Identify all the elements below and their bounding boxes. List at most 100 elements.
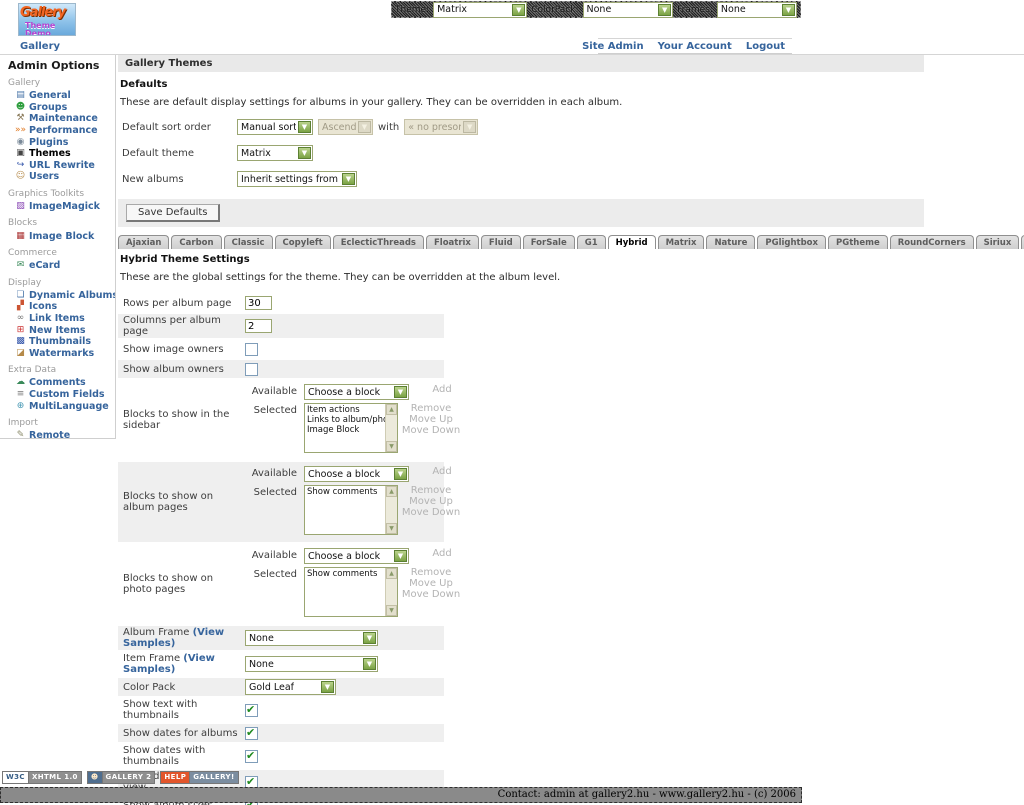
scroll-up-icon[interactable]: ▲ <box>386 486 397 497</box>
tab-matrix[interactable]: Matrix <box>658 235 705 249</box>
sidebar-link-watermarks[interactable]: Watermarks <box>29 348 94 359</box>
theme-select[interactable]: Matrix ▼ <box>433 2 527 18</box>
tab-nature[interactable]: Nature <box>706 235 755 249</box>
gallery2-badge[interactable]: ☻GALLERY 2 <box>87 771 156 784</box>
sidebar-link-custom-fields[interactable]: Custom Fields <box>29 389 105 400</box>
show-text-with-thumbnails-checkbox[interactable] <box>245 704 258 717</box>
scroll-down-icon[interactable]: ▼ <box>386 523 397 534</box>
new-albums-select[interactable]: Inherit settings from parent album ▼ <box>237 171 357 187</box>
sidebar-item-icons[interactable]: ▞Icons <box>14 301 115 313</box>
blocks-to-show-in-the-sidebar-selected-listbox[interactable]: Item actionsLinks to album/photo peersIm… <box>304 403 398 453</box>
sidebar-item-link-items[interactable]: ∞Link Items <box>14 313 115 325</box>
sidebar-item-url-rewrite[interactable]: ↪URL Rewrite <box>14 160 115 172</box>
sidebar-link-image-block[interactable]: Image Block <box>29 231 94 242</box>
sidebar-link-link-items[interactable]: Link Items <box>29 313 85 324</box>
save-defaults-button[interactable]: Save Defaults <box>126 204 220 222</box>
gallery-logo[interactable]: Gallery Theme Demo <box>18 3 76 36</box>
sidebar-link-dynamic-albums[interactable]: Dynamic Albums <box>29 290 116 301</box>
tab-classic[interactable]: Classic <box>224 235 273 249</box>
tab-ajaxian[interactable]: Ajaxian <box>118 235 169 249</box>
sidebar-link-maintenance[interactable]: Maintenance <box>29 113 98 124</box>
w3c-xhtml-badge[interactable]: W3CXHTML 1.0 <box>2 771 82 784</box>
item-frame-select[interactable]: None▼ <box>245 656 378 672</box>
show-dates-with-thumbnails-checkbox[interactable] <box>245 750 258 763</box>
sidebar-link-general[interactable]: General <box>29 90 71 101</box>
sidebar-item-performance[interactable]: »»Performance <box>14 125 115 137</box>
listbox-item-show-comments[interactable]: Show comments <box>307 569 384 579</box>
sidebar-link-performance[interactable]: Performance <box>29 125 98 136</box>
blocks-to-show-on-photo-pages-selected-listbox[interactable]: Show comments▲▼ <box>304 567 398 617</box>
tab-g1[interactable]: G1 <box>577 235 606 249</box>
tab-floatrix[interactable]: Floatrix <box>426 235 479 249</box>
sidebar-item-dynamic-albums[interactable]: ❏Dynamic Albums <box>14 290 115 302</box>
tab-pgtheme[interactable]: PGtheme <box>828 235 888 249</box>
frames-select[interactable]: None ▼ <box>717 2 797 18</box>
sidebar-item-image-block[interactable]: ▦Image Block <box>14 230 115 242</box>
listbox-item-show-comments[interactable]: Show comments <box>307 487 384 497</box>
columns-per-album-page-input[interactable] <box>245 319 272 333</box>
sidebar-item-comments[interactable]: ☁Comments <box>14 377 115 389</box>
tab-siriux[interactable]: Siriux <box>976 235 1020 249</box>
scrollbar[interactable]: ▲▼ <box>385 568 397 616</box>
sidebar-link-icons[interactable]: Icons <box>29 301 57 312</box>
sidebar-link-comments[interactable]: Comments <box>29 377 86 388</box>
tab-copyleft[interactable]: Copyleft <box>275 235 331 249</box>
scroll-up-icon[interactable]: ▲ <box>386 568 397 579</box>
blocks-to-show-on-album-pages-selected-listbox[interactable]: Show comments▲▼ <box>304 485 398 535</box>
scroll-down-icon[interactable]: ▼ <box>386 441 397 452</box>
sidebar-item-watermarks[interactable]: ◪Watermarks <box>14 348 115 360</box>
sidebar-link-users[interactable]: Users <box>29 171 59 182</box>
listbox-item-links-to-album-photo-peers[interactable]: Links to album/photo peers <box>307 415 384 425</box>
tab-fluid[interactable]: Fluid <box>481 235 521 249</box>
sidebar-item-plugins[interactable]: ◉Plugins <box>14 136 115 148</box>
scrollbar[interactable]: ▲▼ <box>385 404 397 452</box>
nav-link-logout[interactable]: Logout <box>739 41 792 52</box>
tab-eclecticthreads[interactable]: EclecticThreads <box>333 235 424 249</box>
sidebar-link-multilanguage[interactable]: MultiLanguage <box>29 401 109 412</box>
sidebar-item-themes[interactable]: ▣Themes <box>14 148 115 160</box>
scroll-down-icon[interactable]: ▼ <box>386 605 397 616</box>
tab-hybrid[interactable]: Hybrid <box>608 235 656 249</box>
sidebar-link-thumbnails[interactable]: Thumbnails <box>29 336 91 347</box>
default-sort-order-select[interactable]: Manual sort order ▼ <box>237 119 313 135</box>
blocks-to-show-in-the-sidebar-available-select[interactable]: Choose a block▼ <box>304 384 409 400</box>
scroll-up-icon[interactable]: ▲ <box>386 404 397 415</box>
sidebar-item-ecard[interactable]: ✉eCard <box>14 260 115 272</box>
show-image-owners-checkbox[interactable] <box>245 343 258 356</box>
default-theme-select[interactable]: Matrix ▼ <box>237 145 313 161</box>
sidebar-item-thumbnails[interactable]: ▩Thumbnails <box>14 336 115 348</box>
tab-forsale[interactable]: ForSale <box>523 235 575 249</box>
color-pack-select[interactable]: Gold Leaf▼ <box>245 679 336 695</box>
nav-link-your-account[interactable]: Your Account <box>651 41 739 52</box>
sidebar-item-imagemagick[interactable]: ▨ImageMagick <box>14 201 115 213</box>
listbox-item-item-actions[interactable]: Item actions <box>307 405 384 415</box>
sidebar-item-users[interactable]: ☺Users <box>14 171 115 183</box>
listbox-item-image-block[interactable]: Image Block <box>307 425 384 435</box>
sidebar-link-url-rewrite[interactable]: URL Rewrite <box>29 160 95 171</box>
blocks-to-show-on-photo-pages-available-select[interactable]: Choose a block▼ <box>304 548 409 564</box>
sidebar-link-imagemagick[interactable]: ImageMagick <box>29 201 100 212</box>
sidebar-item-custom-fields[interactable]: ≡Custom Fields <box>14 389 115 401</box>
breadcrumb-gallery[interactable]: Gallery <box>20 41 60 52</box>
view-samples-link[interactable]: (View Samples) <box>123 627 224 649</box>
scrollbar[interactable]: ▲▼ <box>385 486 397 534</box>
sidebar-item-multilanguage[interactable]: ⊕MultiLanguage <box>14 400 115 412</box>
tab-carbon[interactable]: Carbon <box>171 235 221 249</box>
sidebar-item-maintenance[interactable]: ⚒Maintenance <box>14 113 115 125</box>
colorpack-select[interactable]: None ▼ <box>583 2 674 18</box>
nav-link-site-admin[interactable]: Site Admin <box>575 41 651 52</box>
album-frame-select[interactable]: None▼ <box>245 630 378 646</box>
view-samples-link[interactable]: (View Samples) <box>123 653 215 675</box>
show-dates-for-albums-checkbox[interactable] <box>245 727 258 740</box>
sidebar-link-themes[interactable]: Themes <box>29 148 71 159</box>
sidebar-item-groups[interactable]: ☻Groups <box>14 102 115 114</box>
sidebar-link-new-items[interactable]: New Items <box>29 325 86 336</box>
rows-per-album-page-input[interactable] <box>245 296 272 310</box>
sidebar-item-new-items[interactable]: ⊞New Items <box>14 324 115 336</box>
tab-pglightbox[interactable]: PGlightbox <box>757 235 826 249</box>
sidebar-link-ecard[interactable]: eCard <box>29 260 60 271</box>
tab-roundcorners[interactable]: RoundCorners <box>890 235 974 249</box>
sidebar-item-general[interactable]: ▤General <box>14 90 115 102</box>
sidebar-link-plugins[interactable]: Plugins <box>29 137 68 148</box>
show-album-owners-checkbox[interactable] <box>245 363 258 376</box>
